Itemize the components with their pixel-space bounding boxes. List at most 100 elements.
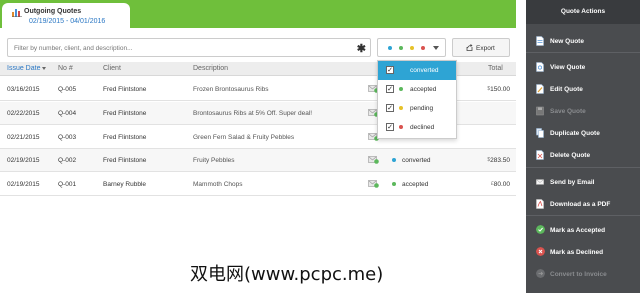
sidebar-item-duplicate-quote[interactable]: Duplicate Quote	[526, 122, 640, 144]
status-option-accepted[interactable]: ✓ accepted	[378, 80, 456, 99]
cell-issue-date: 02/22/2015	[7, 110, 40, 117]
cell-number: Q-002	[58, 157, 77, 164]
status-option-label: declined	[410, 124, 435, 131]
header-issue-date-label: Issue Date	[7, 65, 41, 72]
checkbox[interactable]: ✓	[386, 66, 394, 74]
status-label: accepted	[402, 181, 429, 188]
cell-client: Fred Flintstone	[103, 110, 147, 117]
status-option-label: converted	[410, 67, 439, 74]
cell-description: Fruity Pebbles	[193, 157, 235, 164]
cell-number: Q-001	[58, 181, 77, 188]
header-no[interactable]: No #	[58, 65, 73, 72]
status-dots	[388, 46, 425, 50]
table-row[interactable]: 02/19/2015 Q-001 Barney Rubble Mammoth Chop…	[0, 173, 516, 196]
declined-dot	[399, 125, 403, 129]
sidebar-item-send-by-email[interactable]: Send by Email	[526, 171, 640, 193]
cell-description: Brontosaurus Ribs at 5% Off. Super deal!	[193, 110, 313, 117]
cell-issue-date: 02/19/2015	[7, 157, 40, 164]
cell-client: Fred Flintstone	[103, 86, 147, 93]
accepted-dot	[399, 46, 403, 50]
cell-number: Q-004	[58, 110, 77, 117]
cell-description: Mammoth Chops	[193, 181, 243, 188]
header-client[interactable]: Client	[103, 65, 121, 72]
chevron-down-icon	[433, 46, 439, 50]
sidebar-divider	[526, 215, 640, 216]
sidebar-item-mark-as-accepted[interactable]: Mark as Accepted	[526, 219, 640, 241]
total-amount: 283.50	[490, 157, 510, 164]
sidebar-item-label: Mark as Declined	[550, 249, 604, 256]
status-option-converted[interactable]: ✓ converted	[378, 61, 456, 80]
status-option-label: accepted	[410, 86, 437, 93]
sidebar-item-label: New Quote	[550, 38, 584, 45]
cell-description: Frozen Brontosaurus Ribs	[193, 86, 269, 93]
sidebar-item-delete-quote[interactable]: Delete Quote	[526, 144, 640, 166]
tab-title: Outgoing Quotes	[24, 8, 82, 15]
declined-dot	[421, 46, 425, 50]
sidebar-header: Quote Actions	[526, 0, 640, 24]
export-icon	[466, 44, 473, 51]
quotes-main-panel: Outgoing Quotes 02/19/2015 - 04/01/2016 …	[0, 0, 516, 293]
total-amount: 150.00	[490, 86, 510, 93]
checkbox[interactable]: ✓	[386, 104, 394, 112]
sidebar-divider	[526, 52, 640, 53]
tab-outgoing-quotes[interactable]: Outgoing Quotes 02/19/2015 - 04/01/2016	[2, 3, 130, 29]
status-option-declined[interactable]: ✓ declined	[378, 118, 456, 137]
sidebar-item-label: Delete Quote	[550, 152, 591, 159]
converted-dot	[388, 46, 392, 50]
table-row[interactable]: 02/19/2015 Q-002 Fred Flintstone Fruity Peb…	[0, 149, 516, 172]
checkbox[interactable]: ✓	[386, 85, 394, 93]
sidebar-item-label: Download as a PDF	[550, 201, 611, 208]
status-badge: converted	[392, 157, 431, 164]
email-status-icon	[368, 156, 379, 164]
export-button[interactable]: Export	[452, 38, 510, 57]
cell-total: £80.00	[491, 181, 510, 188]
sidebar-title: Quote Actions	[560, 8, 606, 15]
status-badge: accepted	[392, 181, 428, 188]
sidebar-item-label: Convert to Invoice	[550, 271, 607, 278]
filter-placeholder: Filter by number, client, and descriptio…	[14, 45, 133, 52]
email-status-icon	[368, 180, 379, 188]
status-option-label: pending	[410, 105, 434, 112]
sidebar-divider	[526, 167, 640, 168]
header-issue-date[interactable]: Issue Date	[7, 65, 47, 72]
cell-issue-date: 02/19/2015	[7, 181, 40, 188]
watermark-text: 双电网(www.pcpc.me)	[190, 264, 384, 285]
status-dropdown-menu: ✓ converted ✓ accepted ✓ pending ✓ decli…	[377, 60, 457, 139]
cell-client: Fred Flintstone	[103, 157, 147, 164]
converted-dot	[399, 68, 403, 72]
status-filter-select[interactable]	[377, 38, 446, 57]
sidebar-item-save-quote: Save Quote	[526, 100, 640, 122]
total-amount: 80.00	[493, 181, 510, 188]
checkbox[interactable]: ✓	[386, 123, 394, 131]
cell-number: Q-003	[58, 134, 77, 141]
sidebar-item-label: Send by Email	[550, 179, 595, 186]
sidebar-item-view-quote[interactable]: View Quote	[526, 56, 640, 78]
cell-number: Q-005	[58, 86, 77, 93]
cell-client: Fred Flintstone	[103, 134, 147, 141]
cell-description: Green Fern Salad & Fruity Pebbles	[193, 134, 295, 141]
sidebar-item-label: Duplicate Quote	[550, 130, 600, 137]
sidebar-item-new-quote[interactable]: New Quote	[526, 30, 640, 52]
sidebar-item-convert-to-invoice: Convert to Invoice	[526, 263, 640, 285]
pending-dot	[399, 106, 403, 110]
date-range[interactable]: 02/19/2015 - 04/01/2016	[29, 18, 105, 25]
sidebar-item-download-as-a-pdf[interactable]: Download as a PDF	[526, 193, 640, 215]
header-description[interactable]: Description	[193, 65, 228, 72]
header-total[interactable]: Total	[488, 65, 503, 72]
filter-input[interactable]: Filter by number, client, and descriptio…	[7, 38, 371, 57]
bar-chart-icon	[12, 9, 22, 17]
sidebar-item-edit-quote[interactable]: Edit Quote	[526, 78, 640, 100]
clear-filter-icon[interactable]: ✱	[357, 42, 366, 55]
sidebar-item-label: Edit Quote	[550, 86, 583, 93]
cell-total: $150.00	[487, 86, 510, 93]
cell-issue-date: 03/16/2015	[7, 86, 40, 93]
cell-client: Barney Rubble	[103, 181, 146, 188]
cell-issue-date: 02/21/2015	[7, 134, 40, 141]
accepted-dot	[392, 182, 396, 187]
accepted-dot	[399, 87, 403, 91]
status-option-pending[interactable]: ✓ pending	[378, 99, 456, 118]
cell-total: $283.50	[487, 157, 510, 164]
status-label: converted	[402, 157, 431, 164]
sidebar-item-mark-as-declined[interactable]: Mark as Declined	[526, 241, 640, 263]
sort-desc-icon	[42, 66, 47, 70]
